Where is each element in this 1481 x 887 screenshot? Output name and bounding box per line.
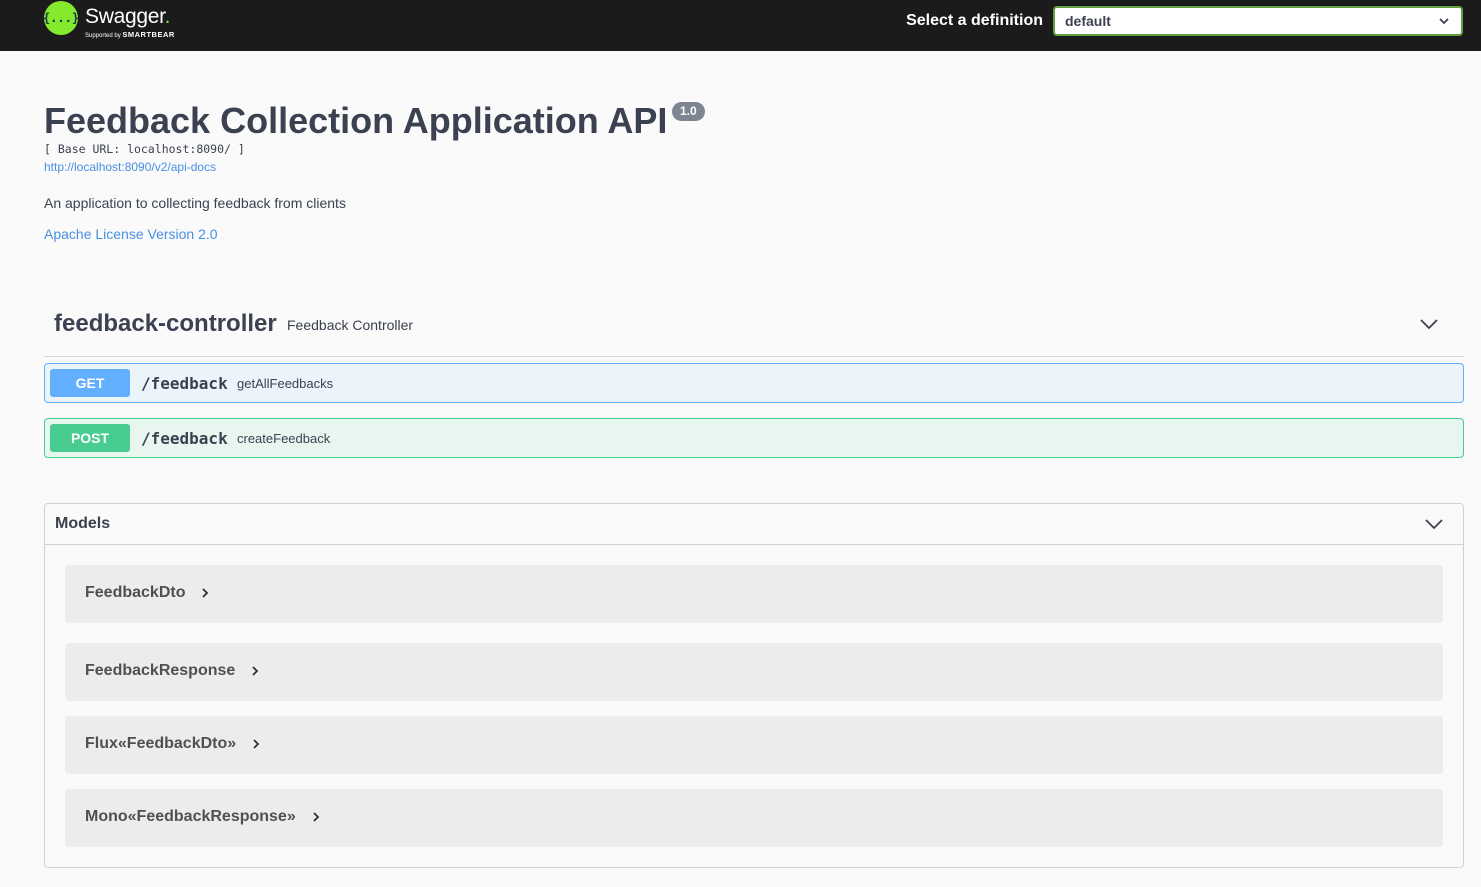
chevron-down-icon xyxy=(1425,519,1443,530)
model-name-row: Flux«FeedbackDto» xyxy=(85,735,260,753)
definition-select[interactable]: default xyxy=(1053,6,1463,36)
api-description: An application to collecting feedback fr… xyxy=(44,195,346,211)
model-item-feedbackresponse[interactable]: FeedbackResponse xyxy=(65,643,1443,701)
page-title: Feedback Collection Application API xyxy=(44,100,668,141)
operation-get-feedback[interactable]: GET /feedback getAllFeedbacks xyxy=(44,363,1464,403)
swagger-logo-icon: {...} xyxy=(43,1,79,35)
license-link[interactable]: Apache License Version 2.0 xyxy=(44,226,218,242)
model-name: Mono«FeedbackResponse» xyxy=(85,808,296,825)
tag-name: feedback-controller xyxy=(54,310,277,337)
model-item-mono-feedbackresponse[interactable]: Mono«FeedbackResponse» xyxy=(65,789,1443,847)
model-name-row: FeedbackDto xyxy=(85,584,209,602)
model-item-flux-feedbackdto[interactable]: Flux«FeedbackDto» xyxy=(65,716,1443,774)
model-name-row: Mono«FeedbackResponse» xyxy=(85,808,320,826)
models-header[interactable]: Models xyxy=(45,504,1463,545)
logo-supported-by: Supported by SMARTBEAR xyxy=(85,30,175,39)
version-badge: 1.0 xyxy=(672,102,705,121)
select-definition-label: Select a definition xyxy=(906,12,1043,29)
chevron-right-icon xyxy=(313,812,320,822)
operation-summary: getAllFeedbacks xyxy=(237,376,334,391)
logo-text: Swagger. Supported by SMARTBEAR xyxy=(85,1,175,40)
chevron-right-icon xyxy=(253,739,260,749)
model-name: Flux«FeedbackDto» xyxy=(85,735,237,752)
topbar: {...} Swagger. Supported by SMARTBEAR Se… xyxy=(0,0,1481,51)
definition-select-value: default xyxy=(1065,13,1111,29)
operation-path: /feedback xyxy=(141,429,228,448)
model-name: FeedbackDto xyxy=(85,584,186,601)
chevron-down-icon xyxy=(1439,18,1449,25)
tag-header-feedback-controller[interactable]: feedback-controller Feedback Controller xyxy=(44,300,1464,357)
method-badge-get: GET xyxy=(50,369,130,397)
model-name: FeedbackResponse xyxy=(85,662,236,679)
model-name-row: FeedbackResponse xyxy=(85,662,259,680)
swagger-logo[interactable]: {...} Swagger. Supported by SMARTBEAR xyxy=(43,1,175,41)
models-title: Models xyxy=(55,515,111,532)
operation-summary: createFeedback xyxy=(237,431,331,446)
model-item-feedbackdto[interactable]: FeedbackDto xyxy=(65,565,1443,623)
chevron-right-icon xyxy=(202,588,209,598)
base-url: [ Base URL: localhost:8090/ ] xyxy=(44,142,245,156)
tag-description: Feedback Controller xyxy=(287,317,414,333)
chevron-right-icon xyxy=(252,666,259,676)
models-section: Models FeedbackDto FeedbackResponse Flux… xyxy=(44,503,1464,868)
logo-brand: Swagger. xyxy=(85,5,171,28)
operation-path: /feedback xyxy=(141,374,228,393)
api-docs-link[interactable]: http://localhost:8090/v2/api-docs xyxy=(44,160,216,174)
chevron-down-icon xyxy=(1420,319,1438,330)
method-badge-post: POST xyxy=(50,424,130,452)
operation-post-feedback[interactable]: POST /feedback createFeedback xyxy=(44,418,1464,458)
